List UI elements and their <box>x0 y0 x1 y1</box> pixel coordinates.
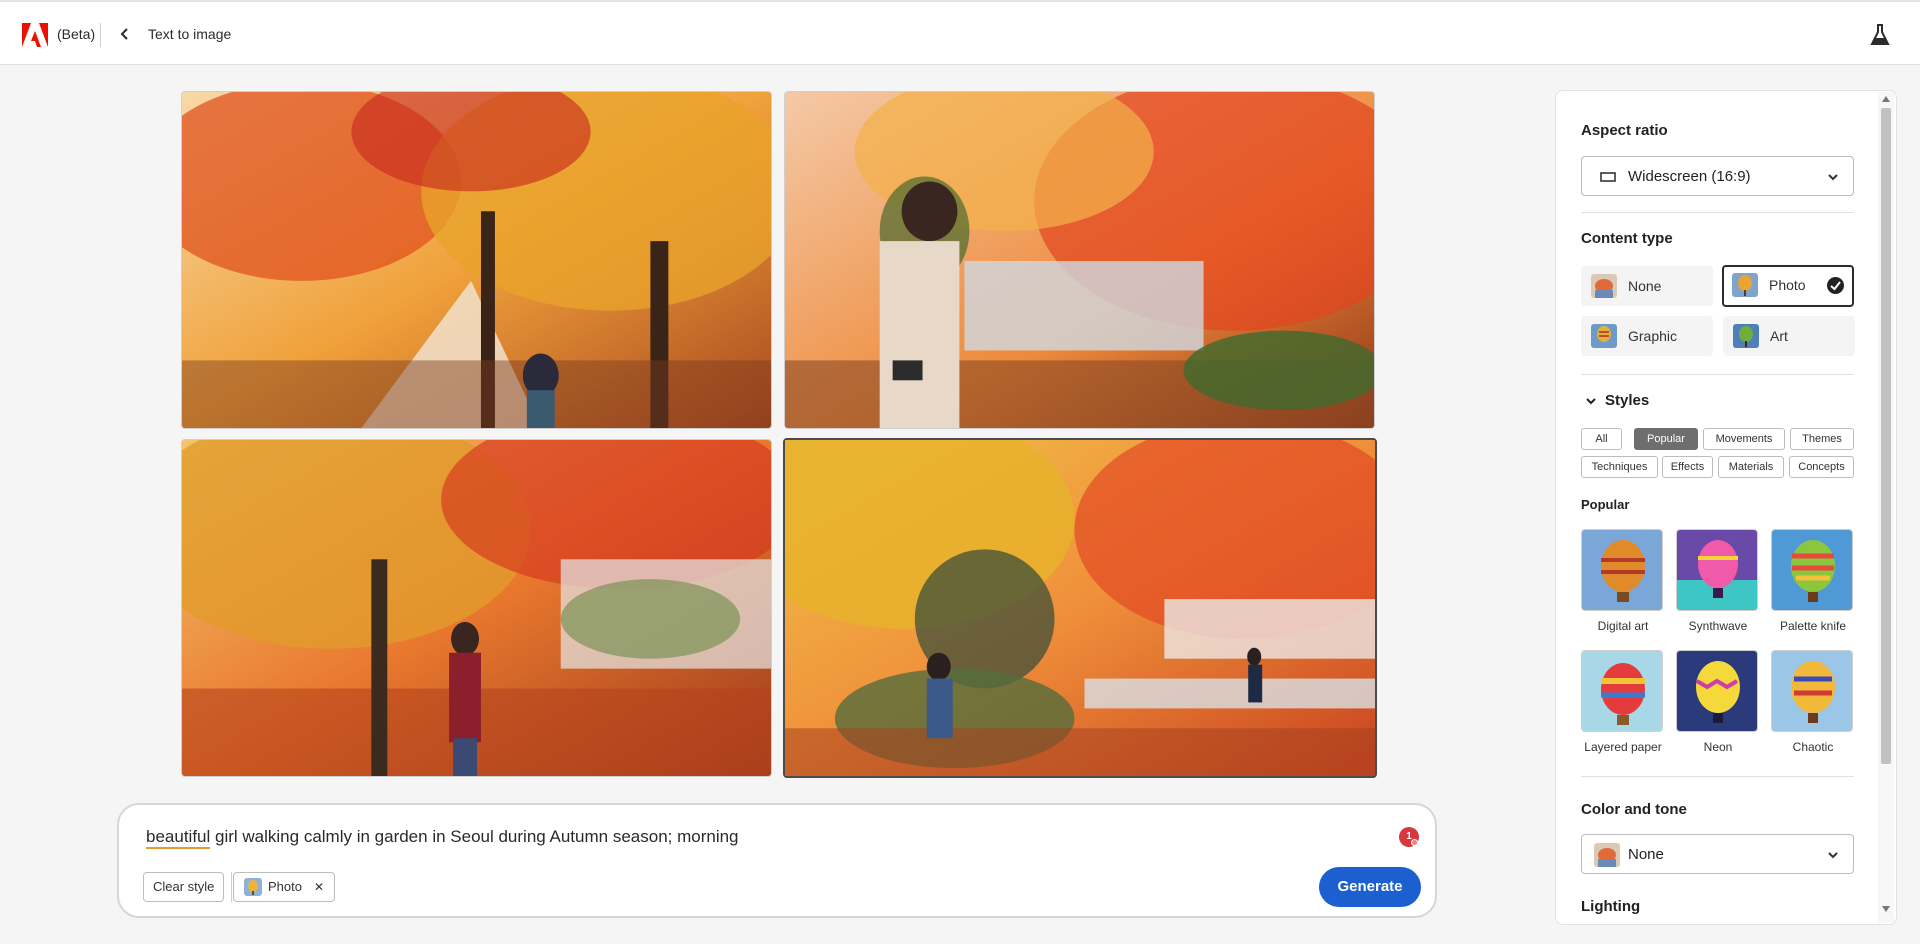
content-type-label: Photo <box>1769 277 1806 293</box>
style-label: Digital art <box>1597 619 1649 633</box>
content-type-photo[interactable]: Photo <box>1722 265 1854 307</box>
prompt-text-rest: girl walking calmly in garden in Seoul d… <box>210 827 739 846</box>
notification-dot <box>1411 839 1418 846</box>
style-label: Synthwave <box>1688 619 1748 633</box>
style-label: Chaotic <box>1792 740 1834 754</box>
app-header: (Beta) Text to image <box>0 0 1920 65</box>
none-thumbnail-icon <box>1591 274 1617 298</box>
page-title: Text to image <box>148 26 232 42</box>
flask-icon[interactable] <box>1870 24 1890 46</box>
chevron-down-icon <box>1828 852 1838 859</box>
content-type-graphic[interactable]: Graphic <box>1581 316 1713 356</box>
chip-separator <box>231 872 232 902</box>
scroll-up-icon[interactable] <box>1882 96 1890 102</box>
color-tone-value: None <box>1628 846 1664 863</box>
aspect-ratio-value: Widescreen (16:9) <box>1628 168 1751 185</box>
style-synthwave[interactable] <box>1676 529 1758 611</box>
generated-image-4[interactable] <box>783 438 1377 778</box>
graphic-thumbnail-icon <box>1591 324 1617 348</box>
generate-button[interactable]: Generate <box>1319 867 1421 907</box>
style-label: Palette knife <box>1779 619 1847 633</box>
photo-style-chip[interactable]: Photo ✕ <box>233 872 336 902</box>
divider <box>1581 212 1854 213</box>
style-palette-knife[interactable] <box>1771 529 1853 611</box>
filter-popular[interactable]: Popular <box>1634 428 1698 450</box>
color-tone-dropdown[interactable]: None <box>1581 834 1854 874</box>
beta-label: (Beta) <box>57 26 96 42</box>
style-label: Layered paper <box>1584 740 1662 754</box>
prompt-input[interactable]: beautiful girl walking calmly in garden … <box>146 827 739 849</box>
adobe-logo-icon[interactable] <box>22 23 48 47</box>
chevron-down-icon <box>1586 397 1596 404</box>
content-type-none[interactable]: None <box>1581 266 1713 306</box>
clear-style-button[interactable]: Clear style <box>143 872 225 902</box>
styles-title: Styles <box>1605 392 1650 409</box>
content-type-label: None <box>1628 278 1662 294</box>
filter-materials[interactable]: Materials <box>1718 456 1784 478</box>
prompt-misspelled-word: beautiful <box>146 827 211 849</box>
filter-themes[interactable]: Themes <box>1790 428 1854 450</box>
lighting-title: Lighting <box>1581 898 1641 915</box>
content-type-title: Content type <box>1581 230 1673 247</box>
filter-effects[interactable]: Effects <box>1662 456 1713 478</box>
style-neon[interactable] <box>1676 650 1758 732</box>
prompt-bar: beautiful girl walking calmly in garden … <box>117 803 1437 918</box>
style-digital-art[interactable] <box>1581 529 1663 611</box>
popular-section-label: Popular <box>1581 497 1630 512</box>
chevron-down-icon <box>1828 174 1838 181</box>
divider <box>1581 776 1854 777</box>
content-type-label: Graphic <box>1628 328 1678 344</box>
style-chaotic[interactable] <box>1771 650 1853 732</box>
color-and-tone-title: Color and tone <box>1581 801 1687 818</box>
style-layered-paper[interactable] <box>1581 650 1663 732</box>
filter-techniques[interactable]: Techniques <box>1581 456 1658 478</box>
photo-thumbnail-icon <box>1732 273 1758 297</box>
divider <box>1581 374 1854 375</box>
color-tone-thumbnail-icon <box>1594 843 1620 867</box>
art-thumbnail-icon <box>1733 324 1759 348</box>
filter-all[interactable]: All <box>1581 428 1622 450</box>
scrollbar-thumb[interactable] <box>1881 108 1891 764</box>
photo-chip-label: Photo <box>268 879 302 894</box>
generated-image-3[interactable] <box>181 439 772 777</box>
checkmark-icon <box>1827 277 1844 294</box>
content-type-label: Art <box>1770 328 1788 344</box>
filter-concepts[interactable]: Concepts <box>1789 456 1854 478</box>
back-chevron-icon[interactable] <box>118 27 132 41</box>
photo-thumbnail-icon <box>244 878 262 896</box>
content-type-art[interactable]: Art <box>1723 316 1855 356</box>
style-label: Neon <box>1703 740 1733 754</box>
styles-section-toggle[interactable]: Styles <box>1585 392 1649 409</box>
generated-image-1[interactable] <box>181 91 772 429</box>
generated-image-2[interactable] <box>784 91 1375 429</box>
widescreen-icon <box>1600 172 1616 182</box>
scroll-down-icon[interactable] <box>1882 906 1890 912</box>
aspect-ratio-title: Aspect ratio <box>1581 122 1668 139</box>
remove-chip-icon[interactable]: ✕ <box>314 873 324 901</box>
aspect-ratio-dropdown[interactable]: Widescreen (16:9) <box>1581 156 1854 196</box>
header-divider <box>100 23 101 47</box>
filter-movements[interactable]: Movements <box>1703 428 1785 450</box>
